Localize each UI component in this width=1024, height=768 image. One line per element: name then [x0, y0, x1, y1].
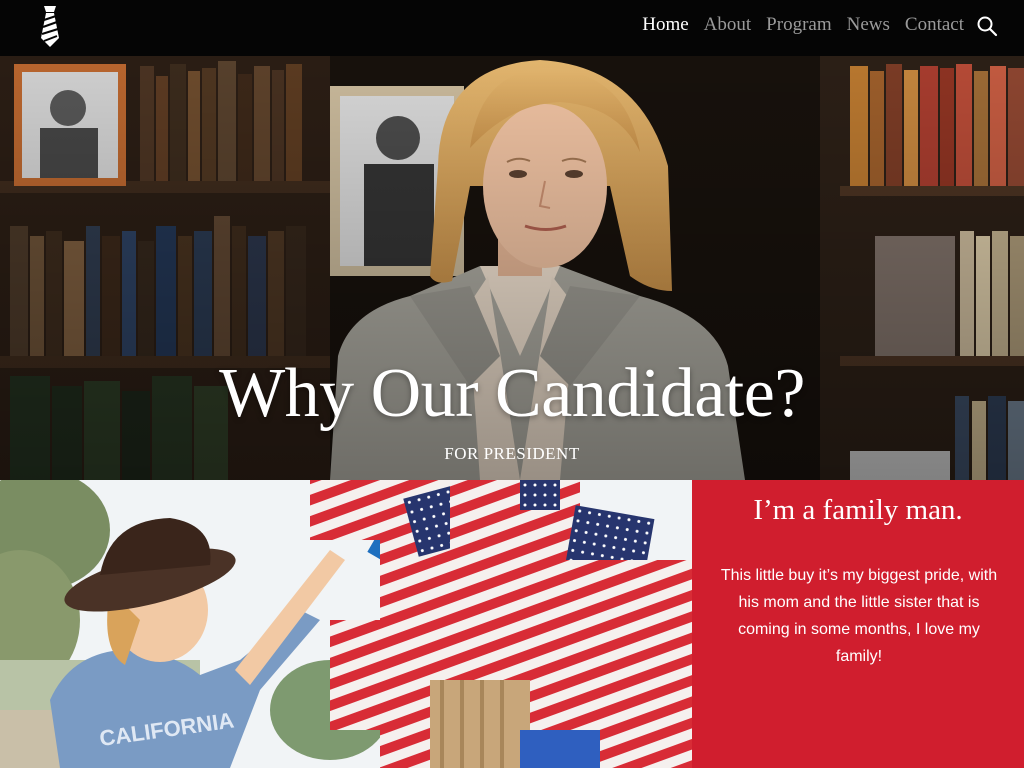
boy-with-flags-image: CALIFORNIA: [0, 480, 692, 768]
necktie-logo-icon[interactable]: [38, 4, 62, 48]
family-photo: CALIFORNIA: [0, 480, 692, 768]
nav-item-contact[interactable]: Contact: [905, 12, 964, 38]
nav-item-home[interactable]: Home: [642, 12, 688, 38]
feature-text: This little buy it’s my biggest pride, w…: [720, 567, 998, 665]
family-feature-panel: I’m a family man. This little buy it’s m…: [692, 480, 1024, 768]
top-navbar: Home About Program News Contact: [0, 0, 1024, 56]
hero-title: Why Our Candidate?: [219, 355, 805, 432]
hero-section: Why Our Candidate? FOR PRESIDENT: [0, 56, 1024, 480]
feature-heading: I’m a family man.: [753, 494, 963, 526]
hero-subtitle: FOR PRESIDENT: [444, 444, 580, 463]
nav-item-program[interactable]: Program: [766, 12, 831, 38]
search-icon[interactable]: [976, 15, 998, 37]
nav-item-about[interactable]: About: [704, 12, 752, 38]
main-menu: Home About Program News Contact: [627, 12, 964, 38]
nav-item-news[interactable]: News: [847, 12, 890, 38]
